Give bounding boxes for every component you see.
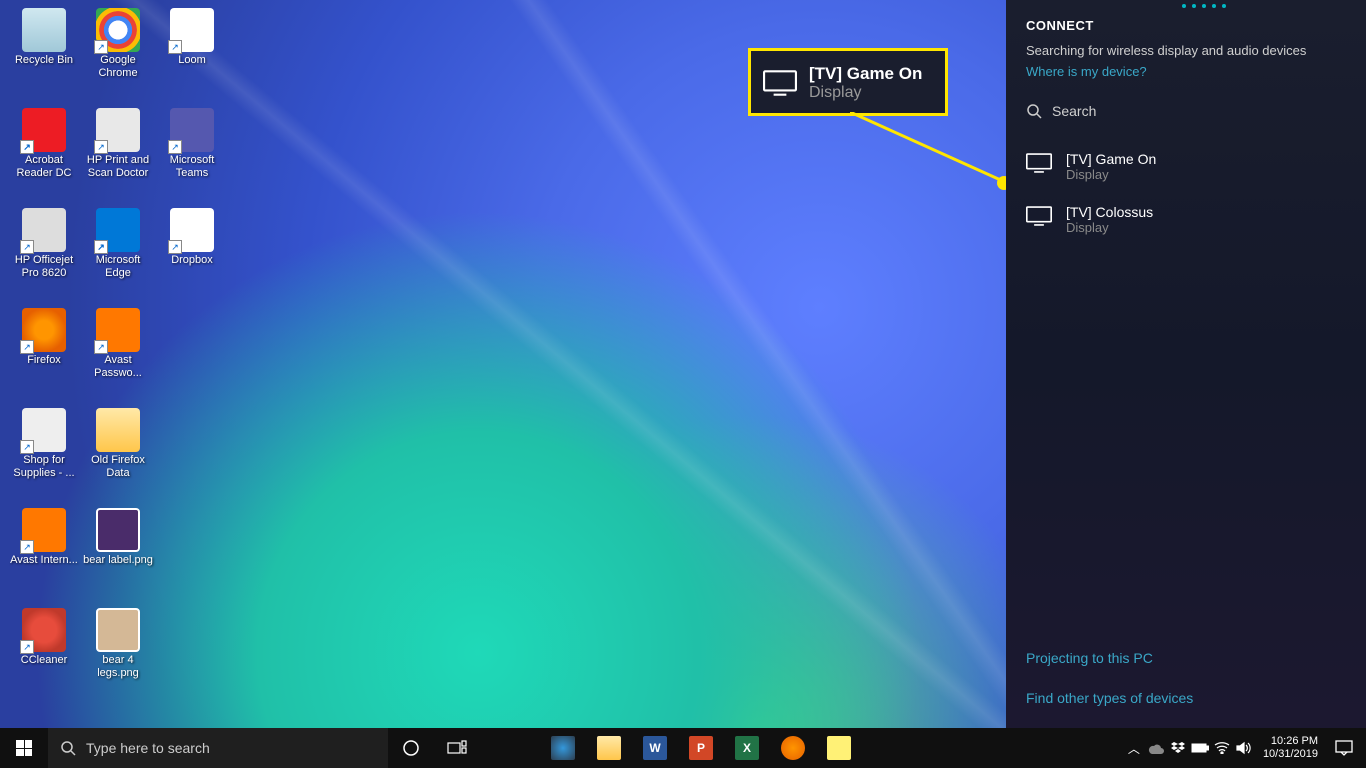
pinned-word[interactable]: W bbox=[632, 728, 678, 768]
adobe-icon: ↗ bbox=[22, 108, 66, 152]
desktop-icon-label: bear 4 legs.png bbox=[83, 654, 153, 679]
taskbar: Type here to search W P X ︿ 10:26 PM bbox=[0, 728, 1366, 768]
recycle-icon bbox=[22, 8, 66, 52]
imgfile-icon bbox=[96, 508, 140, 552]
desktop-icon-label: Avast Passwo... bbox=[83, 354, 153, 379]
desktop-icon-label: Microsoft Teams bbox=[157, 154, 227, 179]
pinned-powerpoint[interactable]: P bbox=[678, 728, 724, 768]
desktop-icon-label: Recycle Bin bbox=[15, 54, 73, 67]
pinned-firefox[interactable] bbox=[770, 728, 816, 768]
desktop-icon-acrobat-reader-dc[interactable]: ↗Acrobat Reader DC bbox=[8, 108, 80, 206]
desktop-icon-avast-passwo[interactable]: ↗Avast Passwo... bbox=[82, 308, 154, 406]
connect-device-item[interactable]: [TV] Colossus Display bbox=[1026, 196, 1346, 249]
connect-panel: CONNECT Searching for wireless display a… bbox=[1006, 0, 1366, 728]
start-button[interactable] bbox=[0, 728, 48, 768]
desktop-icon-grid: Recycle Bin↗Google Chrome↗Loom↗Acrobat R… bbox=[8, 8, 228, 706]
system-tray: ︿ 10:26 PM 10/31/2019 bbox=[1123, 728, 1366, 768]
avastpw-icon: ↗ bbox=[96, 308, 140, 352]
desktop-icon-avast-intern[interactable]: ↗ Avast Intern... bbox=[8, 508, 80, 606]
cortana-button[interactable] bbox=[388, 728, 434, 768]
hpbox-icon: ↗ bbox=[96, 108, 140, 152]
tray-dropbox-icon[interactable] bbox=[1167, 728, 1189, 768]
tray-onedrive-icon[interactable] bbox=[1145, 728, 1167, 768]
dropbox-icon: ↗ bbox=[170, 208, 214, 252]
progress-dots bbox=[1182, 4, 1226, 8]
desktop-icon-bear-4-legs-png[interactable]: bear 4 legs.png bbox=[82, 608, 154, 706]
desktop-icon-label: Shop for Supplies - ... bbox=[9, 454, 79, 479]
edge-icon: ↗ bbox=[96, 208, 140, 252]
desktop-icon-label: HP Print and Scan Doctor bbox=[83, 154, 153, 179]
connect-device-item[interactable]: [TV] Game On Display bbox=[1026, 143, 1346, 196]
task-view-button[interactable] bbox=[434, 728, 480, 768]
printer-icon: ↗ bbox=[22, 208, 66, 252]
pinned-excel[interactable]: X bbox=[724, 728, 770, 768]
desktop-icon-dropbox[interactable]: ↗ Dropbox bbox=[156, 208, 228, 306]
desktop-icon-label: Old Firefox Data bbox=[83, 454, 153, 479]
projecting-to-this-pc-link[interactable]: Projecting to this PC bbox=[1026, 650, 1346, 666]
action-center-button[interactable] bbox=[1326, 728, 1362, 768]
device-type: Display bbox=[1066, 167, 1156, 182]
avastnet-icon: ↗ bbox=[22, 508, 66, 552]
shopsup-icon: ↗ bbox=[22, 408, 66, 452]
chrome-icon: ↗ bbox=[96, 8, 140, 52]
tray-overflow-button[interactable]: ︿ bbox=[1123, 728, 1145, 768]
desktop-icon-firefox[interactable]: ↗ Firefox bbox=[8, 308, 80, 406]
desktop-icon-loom[interactable]: ↗ Loom bbox=[156, 8, 228, 106]
pinned-snagit[interactable] bbox=[540, 728, 586, 768]
desktop-icon-label: Acrobat Reader DC bbox=[9, 154, 79, 179]
desktop-icon-ccleaner[interactable]: ↗ CCleaner bbox=[8, 608, 80, 706]
desktop-icon-google-chrome[interactable]: ↗Google Chrome bbox=[82, 8, 154, 106]
desktop-icon-label: CCleaner bbox=[21, 654, 67, 667]
tray-volume-icon[interactable] bbox=[1233, 728, 1255, 768]
display-icon bbox=[1026, 153, 1052, 173]
taskbar-search-box[interactable]: Type here to search bbox=[48, 728, 388, 768]
desktop-icon-label: bear label.png bbox=[83, 554, 153, 567]
connect-search-label: Search bbox=[1052, 103, 1096, 119]
desktop-icon-label: Firefox bbox=[27, 354, 61, 367]
desktop-icon-microsoft-edge[interactable]: ↗Microsoft Edge bbox=[82, 208, 154, 306]
desktop-icon-label: Google Chrome bbox=[83, 54, 153, 79]
taskbar-date: 10/31/2019 bbox=[1263, 748, 1318, 761]
desktop-icon-bear-label-png[interactable]: bear label.png bbox=[82, 508, 154, 606]
search-icon bbox=[60, 740, 76, 756]
find-other-devices-link[interactable]: Find other types of devices bbox=[1026, 690, 1346, 706]
tray-battery-icon[interactable] bbox=[1189, 728, 1211, 768]
bearimg-icon bbox=[96, 608, 140, 652]
desktop-icon-old-firefox-data[interactable]: Old Firefox Data bbox=[82, 408, 154, 506]
desktop-icon-recycle-bin[interactable]: Recycle Bin bbox=[8, 8, 80, 106]
device-type: Display bbox=[1066, 220, 1153, 235]
desktop-icon-label: Avast Intern... bbox=[10, 554, 78, 567]
folder-icon bbox=[96, 408, 140, 452]
tray-wifi-icon[interactable] bbox=[1211, 728, 1233, 768]
pinned-sticky-notes[interactable] bbox=[816, 728, 862, 768]
desktop-icon-microsoft-teams[interactable]: ↗Microsoft Teams bbox=[156, 108, 228, 206]
display-icon bbox=[1026, 206, 1052, 226]
taskbar-search-placeholder: Type here to search bbox=[86, 740, 210, 756]
display-icon bbox=[763, 70, 797, 96]
firefox-icon: ↗ bbox=[22, 308, 66, 352]
device-name: [TV] Colossus bbox=[1066, 204, 1153, 220]
taskbar-time: 10:26 PM bbox=[1263, 735, 1318, 748]
taskbar-clock[interactable]: 10:26 PM 10/31/2019 bbox=[1255, 735, 1326, 761]
teams-icon: ↗ bbox=[170, 108, 214, 152]
desktop-icon-label: HP Officejet Pro 8620 bbox=[9, 254, 79, 279]
loom-icon: ↗ bbox=[170, 8, 214, 52]
callout-device-name: [TV] Game On bbox=[809, 64, 922, 84]
pinned-file-explorer[interactable] bbox=[586, 728, 632, 768]
callout-device-type: Display bbox=[809, 84, 922, 102]
where-is-my-device-link[interactable]: Where is my device? bbox=[1026, 64, 1346, 79]
desktop-icon-hp-print-and-scan-doctor[interactable]: ↗HP Print and Scan Doctor bbox=[82, 108, 154, 206]
search-icon bbox=[1026, 103, 1042, 119]
ccleaner-icon: ↗ bbox=[22, 608, 66, 652]
desktop-icon-label: Dropbox bbox=[171, 254, 213, 267]
desktop-icon-label: Microsoft Edge bbox=[83, 254, 153, 279]
connect-search-row[interactable]: Search bbox=[1026, 103, 1346, 119]
callout-device-highlight: [TV] Game On Display bbox=[748, 48, 948, 116]
desktop-icon-label: Loom bbox=[178, 54, 206, 67]
desktop-icon-hp-officejet-pro-8620[interactable]: ↗HP Officejet Pro 8620 bbox=[8, 208, 80, 306]
searching-status-text: Searching for wireless display and audio… bbox=[1026, 43, 1346, 58]
desktop-icon-shop-for-supplies[interactable]: ↗Shop for Supplies - ... bbox=[8, 408, 80, 506]
connect-panel-title: CONNECT bbox=[1026, 18, 1346, 33]
device-name: [TV] Game On bbox=[1066, 151, 1156, 167]
